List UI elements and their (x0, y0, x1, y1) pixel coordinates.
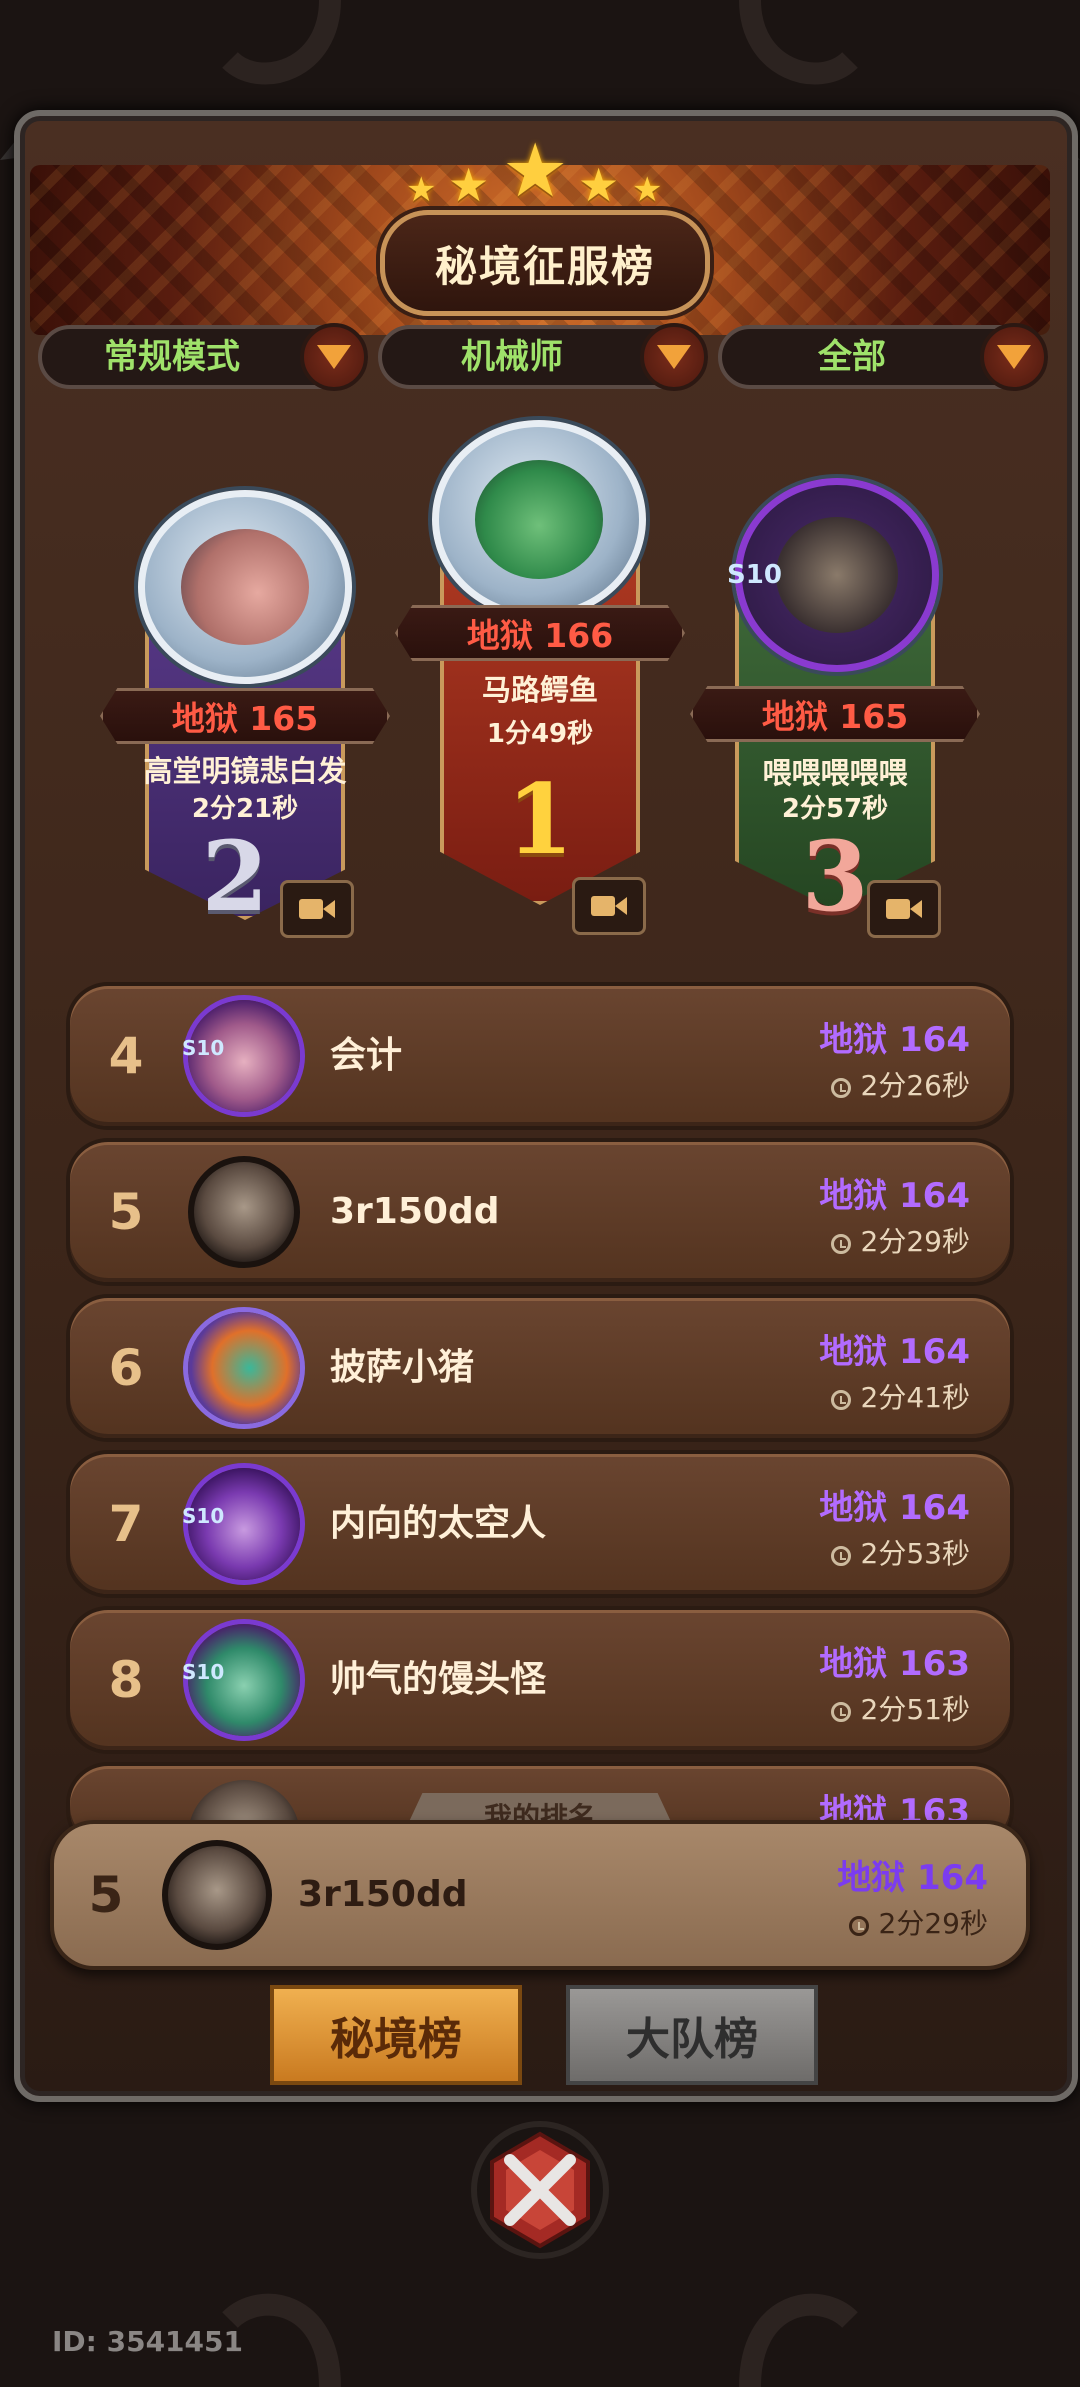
podium-score: 地狱 165 (100, 688, 390, 744)
row-player-name: 会计 (330, 1035, 403, 1076)
podium-player-name: 高堂明镜悲白发 (143, 754, 347, 788)
my-time: 2分29秒 (848, 1902, 988, 1942)
star-icon: ★ (578, 158, 620, 212)
podium-score: 地狱 165 (690, 686, 980, 742)
podium-rank-3[interactable]: S10 地狱 165 喂喂喂喂喂 2分57秒 3 (690, 470, 980, 940)
clock-icon (830, 1390, 851, 1410)
rating-stars: ★ ★ ★ ★ ★ (400, 128, 680, 214)
tab-secret-realm-board[interactable]: 秘境榜 (270, 1985, 522, 2085)
chevron-down-icon[interactable] (980, 323, 1048, 391)
row-rank: 6 (108, 1339, 144, 1397)
podium-player-name: 喂喂喂喂喂 (762, 756, 908, 790)
player-avatar[interactable] (188, 1312, 300, 1424)
player-avatar[interactable] (432, 420, 646, 619)
scope-filter-dropdown[interactable]: 全部 (718, 323, 1048, 391)
video-camera-icon (886, 899, 922, 919)
video-camera-icon (299, 899, 335, 919)
clock-icon (830, 1234, 851, 1254)
row-time: 2分29秒 (830, 1220, 970, 1260)
user-id: ID: 3541451 (52, 2325, 243, 2358)
row-score: 地狱 164 (819, 1488, 970, 1528)
row-player-name: 披萨小猪 (330, 1347, 475, 1388)
row-time: 2分41秒 (830, 1376, 970, 1416)
player-avatar[interactable] (188, 1156, 300, 1268)
ranking-row[interactable]: 4 S10 会计 地狱 164 2分26秒 (66, 982, 1014, 1130)
podium-score: 地狱 166 (395, 605, 685, 661)
podium-player-name: 马路鳄鱼 (481, 673, 598, 707)
replay-video-button[interactable] (867, 880, 941, 938)
replay-video-button[interactable] (572, 877, 646, 935)
season-badge: S10 (727, 560, 782, 590)
row-time: 2分53秒 (830, 1532, 970, 1572)
my-rank-row[interactable]: 5 3r150dd 地狱 164 2分29秒 (50, 1820, 1030, 1970)
mode-filter-dropdown[interactable]: 常规模式 (38, 323, 368, 391)
row-player-name: 内向的太空人 (330, 1503, 547, 1544)
row-score: 地狱 163 (819, 1644, 970, 1684)
my-rank-number: 5 (88, 1866, 124, 1924)
podium-clear-time: 1分49秒 (486, 719, 594, 749)
replay-video-button[interactable] (280, 880, 354, 938)
my-score: 地狱 164 (837, 1858, 988, 1898)
podium-rank-1[interactable]: 地狱 166 马路鳄鱼 1分49秒 1 (395, 415, 685, 935)
podium-rank-number: 2 (201, 820, 269, 933)
pig-avatar-icon (181, 529, 309, 645)
row-player-name: 3r150dd (330, 1191, 500, 1232)
podium-rank-number: 1 (506, 763, 574, 876)
clock-icon (830, 1702, 851, 1722)
player-avatar[interactable] (138, 490, 352, 684)
ranking-row[interactable]: 7 S10 内向的太空人 地狱 164 2分53秒 (66, 1450, 1014, 1598)
row-score: 地狱 164 (819, 1332, 970, 1372)
clock-icon (848, 1916, 869, 1936)
row-rank: 5 (108, 1183, 144, 1241)
ranking-row[interactable]: 6 披萨小猪 地狱 164 2分41秒 (66, 1294, 1014, 1442)
scope-filter-label: 全部 (818, 337, 886, 377)
ranking-row[interactable]: 8 S10 帅气的馒头怪 地狱 163 2分51秒 (66, 1606, 1014, 1754)
row-rank: 7 (108, 1495, 144, 1553)
ranking-row[interactable]: 5 3r150dd 地狱 164 2分29秒 (66, 1138, 1014, 1286)
podium-rank-2[interactable]: 地狱 165 高堂明镜悲白发 2分21秒 2 (100, 480, 390, 940)
season-badge: S10 (182, 1660, 225, 1684)
star-icon: ★ (448, 158, 490, 212)
class-filter-label: 机械师 (461, 337, 563, 377)
raccoon-avatar-icon (776, 517, 898, 633)
crocodile-avatar-icon (475, 460, 603, 579)
page-title: 秘境征服榜 (380, 210, 710, 316)
video-camera-icon (591, 896, 627, 916)
row-score: 地狱 164 (819, 1020, 970, 1060)
clock-icon (830, 1078, 851, 1098)
season-badge: S10 (182, 1036, 225, 1060)
star-icon: ★ (406, 170, 437, 210)
star-icon: ★ (632, 170, 663, 210)
row-score: 地狱 164 (819, 1176, 970, 1216)
row-time: 2分51秒 (830, 1688, 970, 1728)
row-player-name: 帅气的馒头怪 (330, 1659, 547, 1700)
clock-icon (830, 1546, 851, 1566)
star-icon: ★ (502, 128, 569, 214)
row-rank: 8 (108, 1651, 144, 1709)
row-time: 2分26秒 (830, 1064, 970, 1104)
tab-team-board[interactable]: 大队榜 (566, 1985, 818, 2085)
player-avatar[interactable] (162, 1840, 272, 1950)
season-badge: S10 (182, 1504, 225, 1528)
row-rank: 4 (108, 1027, 144, 1085)
mode-filter-label: 常规模式 (104, 337, 240, 377)
close-icon[interactable] (470, 2120, 610, 2260)
my-player-name: 3r150dd (298, 1874, 468, 1915)
class-filter-dropdown[interactable]: 机械师 (378, 323, 708, 391)
chevron-down-icon[interactable] (640, 323, 708, 391)
chevron-down-icon[interactable] (300, 323, 368, 391)
